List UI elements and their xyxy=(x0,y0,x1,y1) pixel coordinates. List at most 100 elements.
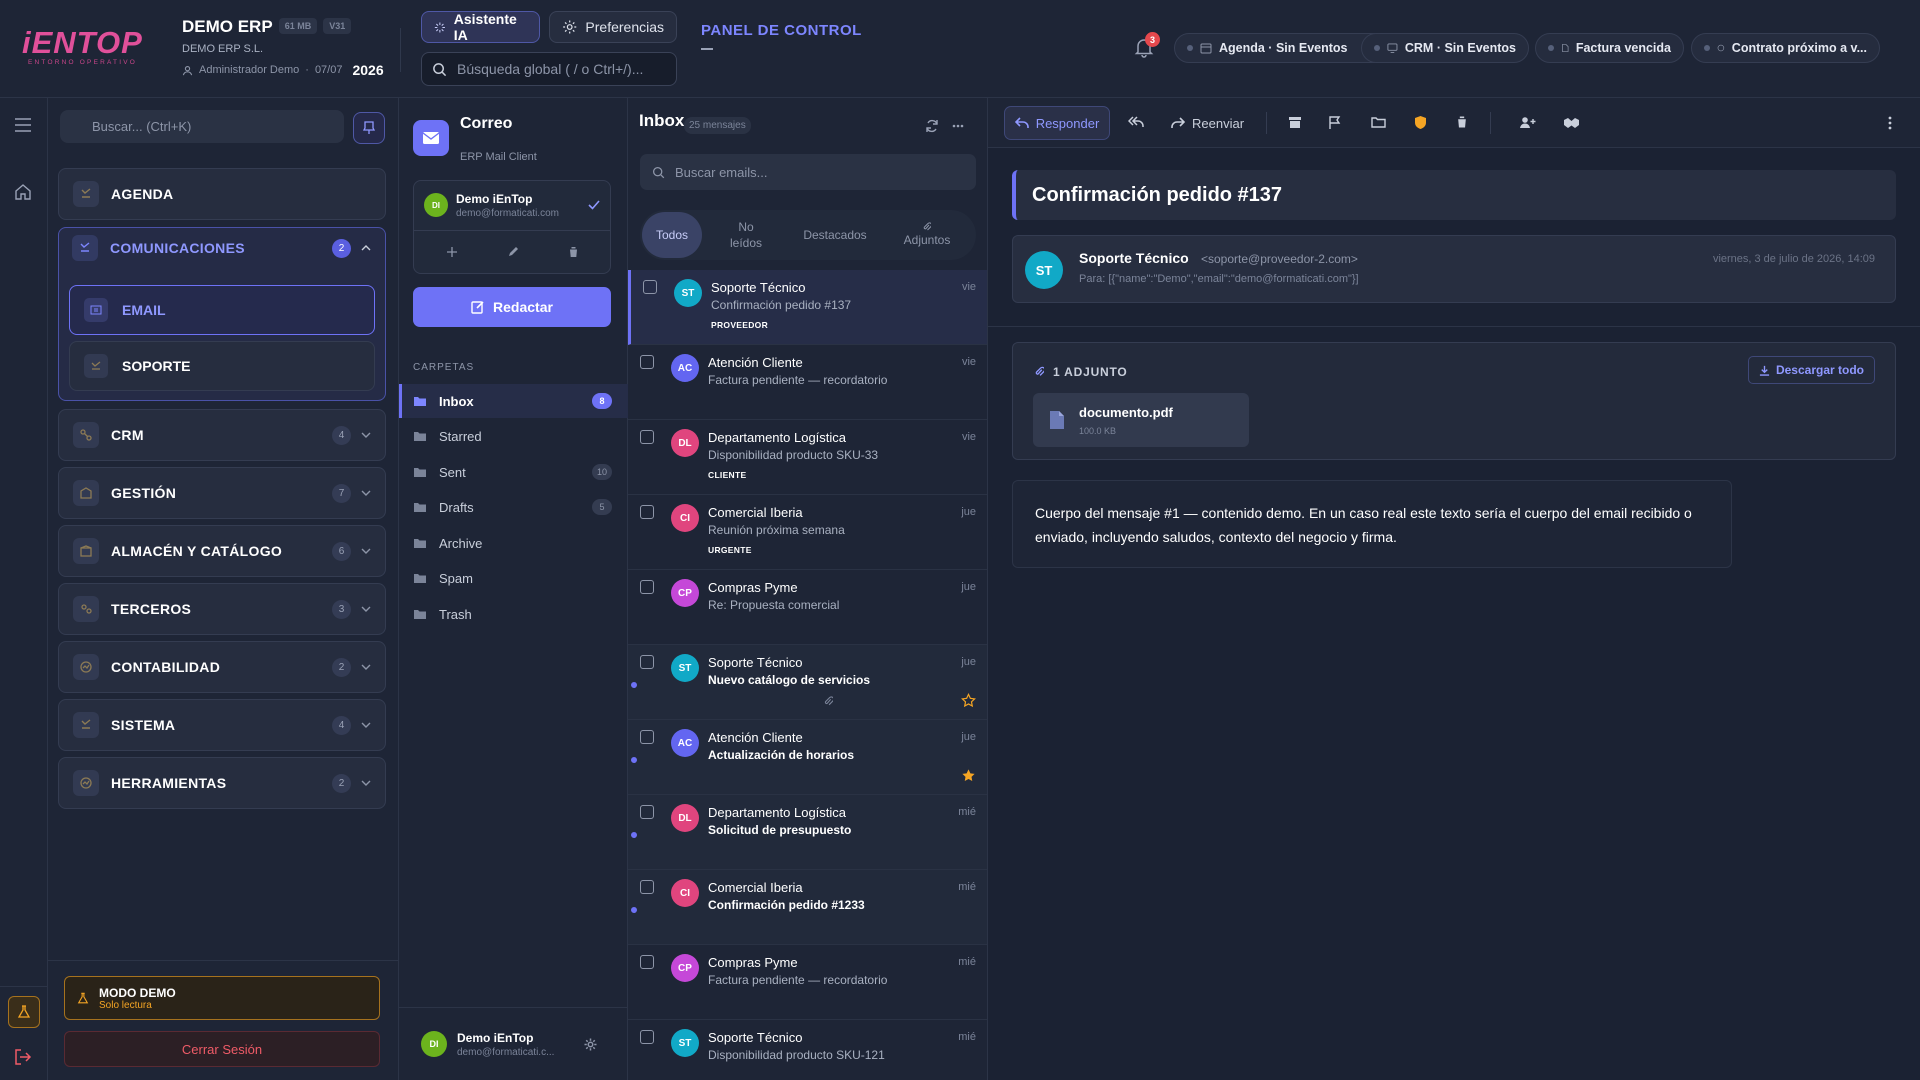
row-checkbox[interactable] xyxy=(640,505,654,519)
reply-button[interactable]: Responder xyxy=(1004,106,1110,140)
email-search-input[interactable]: Buscar emails... xyxy=(640,154,976,190)
row-checkbox[interactable] xyxy=(640,880,654,894)
chevron-down-icon xyxy=(361,780,371,786)
folder-icon xyxy=(414,610,426,619)
message-row[interactable]: DL Departamento Logística Solicitud de p… xyxy=(628,795,987,870)
sidebar-item-gestion[interactable]: GESTIÓN 7 xyxy=(58,467,386,519)
row-checkbox[interactable] xyxy=(640,730,654,744)
sidebar-subitem-email[interactable]: EMAIL xyxy=(69,285,375,335)
message-row[interactable]: CI Comercial Iberia Confirmación pedido … xyxy=(628,870,987,945)
folder-sent[interactable]: Sent 10 xyxy=(399,455,628,489)
demo-mode-toggle[interactable] xyxy=(8,996,40,1028)
archive-icon[interactable] xyxy=(1288,116,1302,129)
folder-starred[interactable]: Starred xyxy=(399,419,628,453)
compose-icon xyxy=(471,301,484,314)
folder-trash[interactable]: Trash xyxy=(399,597,628,631)
row-checkbox[interactable] xyxy=(640,1030,654,1044)
settings-icon[interactable] xyxy=(583,1037,598,1052)
flag-icon[interactable] xyxy=(1329,116,1341,130)
sidebar-item-almacen[interactable]: ALMACÉN Y CATÁLOGO 6 xyxy=(58,525,386,577)
attachments-header: 1 ADJUNTO xyxy=(1053,365,1128,379)
module-icon xyxy=(73,538,99,564)
row-checkbox[interactable] xyxy=(640,955,654,969)
row-checkbox[interactable] xyxy=(640,655,654,669)
message-row[interactable]: CI Comercial Iberia Reunión próxima sema… xyxy=(628,495,987,570)
row-checkbox[interactable] xyxy=(640,430,654,444)
row-checkbox[interactable] xyxy=(640,355,654,369)
preferences-button[interactable]: Preferencias xyxy=(549,11,677,43)
panel-title[interactable]: PANEL DE CONTROL xyxy=(701,22,862,39)
delete-account-icon[interactable] xyxy=(568,246,579,258)
tab-no-leidos[interactable]: No leídos xyxy=(702,212,790,258)
kebab-menu-icon[interactable] xyxy=(1888,116,1892,130)
account-selector[interactable]: DI Demo iEnTop demo@formaticati.com xyxy=(414,181,610,229)
sidebar-item-sistema[interactable]: SISTEMA 4 xyxy=(58,699,386,751)
preferences-label: Preferencias xyxy=(585,19,664,35)
sidebar-item-agenda[interactable]: AGENDA xyxy=(58,168,386,220)
message-row[interactable]: AC Atención Cliente Actualización de hor… xyxy=(628,720,987,795)
handshake-icon[interactable] xyxy=(1563,116,1580,129)
chip-contract[interactable]: Contrato próximo a v... xyxy=(1691,33,1880,63)
attachment-file[interactable]: documento.pdf 100.0 KB xyxy=(1033,393,1249,447)
message-row[interactable]: DL Departamento Logística Disponibilidad… xyxy=(628,420,987,495)
move-to-folder-icon[interactable] xyxy=(1371,116,1386,128)
chip-invoice[interactable]: Factura vencida xyxy=(1535,33,1684,63)
sidebar-divider xyxy=(48,960,399,961)
chip-crm[interactable]: CRM · Sin Eventos xyxy=(1361,33,1529,63)
message-row[interactable]: CP Compras Pyme Re: Propuesta comercial … xyxy=(628,570,987,645)
logout-icon[interactable] xyxy=(14,1048,32,1066)
sidebar-item-crm[interactable]: CRM 4 xyxy=(58,409,386,461)
chip-contract-label: Contrato próximo a v... xyxy=(1731,41,1867,55)
edit-account-icon[interactable] xyxy=(507,246,519,258)
forward-button[interactable]: Reenviar xyxy=(1171,106,1244,140)
add-contact-icon[interactable] xyxy=(1519,116,1536,129)
sidebar-item-contabilidad[interactable]: CONTABILIDAD 2 xyxy=(58,641,386,693)
sidebar-item-comunicaciones[interactable]: COMUNICACIONES 2 xyxy=(59,228,385,268)
compose-button[interactable]: Redactar xyxy=(413,287,611,327)
chip-agenda[interactable]: Agenda · Sin Eventos xyxy=(1174,33,1389,63)
app-logo[interactable]: iENTOP ENTORNO OPERATIVO xyxy=(22,27,142,66)
folder-icon xyxy=(414,432,426,441)
folder-drafts[interactable]: Drafts 5 xyxy=(399,490,628,524)
download-all-button[interactable]: Descargar todo xyxy=(1747,356,1875,384)
add-account-icon[interactable] xyxy=(446,246,458,258)
message-row[interactable]: ST Soporte Técnico Nuevo catálogo de ser… xyxy=(628,645,987,720)
folder-inbox[interactable]: Inbox 8 xyxy=(399,384,628,418)
folder-spam[interactable]: Spam xyxy=(399,561,628,595)
tab-adjuntos[interactable]: Adjuntos xyxy=(880,212,974,258)
hamburger-menu-icon[interactable] xyxy=(14,118,32,132)
message-row[interactable]: ST Soporte Técnico Disponibilidad produc… xyxy=(628,1020,987,1080)
shield-icon[interactable] xyxy=(1414,115,1427,130)
row-checkbox[interactable] xyxy=(643,280,657,294)
message-row[interactable]: AC Atención Cliente Factura pendiente — … xyxy=(628,345,987,420)
logout-button[interactable]: Cerrar Sesión xyxy=(64,1031,380,1067)
row-checkbox[interactable] xyxy=(640,580,654,594)
sidebar-pin-button[interactable] xyxy=(353,112,385,144)
sidebar-search-input[interactable]: Buscar... (Ctrl+K) xyxy=(60,110,344,143)
message-sender: Soporte Técnico xyxy=(711,280,806,295)
folder-archive[interactable]: Archive xyxy=(399,526,628,560)
tab-destacados[interactable]: Destacados xyxy=(790,212,880,258)
message-row[interactable]: ST Soporte Técnico Confirmación pedido #… xyxy=(628,270,987,345)
global-search-input[interactable]: Búsqueda global ( / o Ctrl+/)... xyxy=(421,52,677,86)
message-row[interactable]: CP Compras Pyme Factura pendiente — reco… xyxy=(628,945,987,1020)
ai-assistant-button[interactable]: Asistente IA xyxy=(421,11,540,43)
home-icon[interactable] xyxy=(14,183,32,201)
row-checkbox[interactable] xyxy=(640,805,654,819)
star-filled-icon[interactable] xyxy=(961,768,976,783)
more-options-icon[interactable] xyxy=(952,124,964,128)
sender-name[interactable]: Soporte Técnico xyxy=(1079,250,1189,266)
star-outline-icon[interactable] xyxy=(961,693,976,708)
sidebar-item-herramientas[interactable]: HERRAMIENTAS 2 xyxy=(58,757,386,809)
tab-todos[interactable]: Todos xyxy=(642,212,702,258)
sidebar-item-terceros[interactable]: TERCEROS 3 xyxy=(58,583,386,635)
trash-icon[interactable] xyxy=(1456,115,1468,129)
sidebar-subitem-label: SOPORTE xyxy=(122,358,191,374)
folder-count: 8 xyxy=(592,393,612,409)
sidebar-subitem-soporte[interactable]: SOPORTE xyxy=(69,341,375,391)
avatar: AC xyxy=(671,354,699,382)
reply-all-icon[interactable] xyxy=(1128,116,1144,129)
refresh-icon[interactable] xyxy=(925,119,939,133)
count-badge: 4 xyxy=(332,425,351,445)
sender-email: <soporte@proveedor-2.com> xyxy=(1201,252,1358,266)
